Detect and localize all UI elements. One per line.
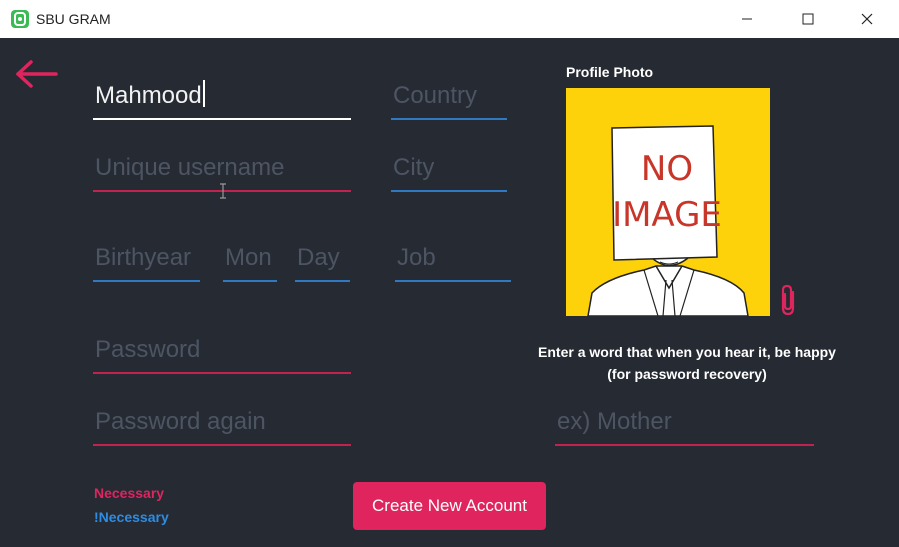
day-underline — [295, 280, 350, 282]
recovery-word-input[interactable]: ex) Mother — [557, 408, 672, 436]
recovery-hint-line1: Enter a word that when you hear it, be h… — [538, 344, 836, 360]
profile-photo-label: Profile Photo — [566, 64, 654, 80]
country-underline — [391, 118, 507, 120]
day-input[interactable]: Day — [297, 244, 340, 272]
profile-photo[interactable]: NO IMAGE — [566, 88, 770, 316]
recovery-word-underline — [555, 444, 814, 446]
birthyear-input[interactable]: Birthyear — [95, 244, 191, 272]
signup-form: Mahmood Unique username Birthyear Mon Da… — [0, 38, 899, 547]
month-underline — [223, 280, 277, 282]
maximize-button[interactable] — [785, 0, 831, 38]
arrow-left-icon — [16, 60, 58, 88]
legend-optional: !Necessary — [94, 509, 169, 525]
create-account-button[interactable]: Create New Account — [353, 482, 546, 530]
paperclip-icon — [781, 284, 795, 316]
country-input[interactable]: Country — [393, 82, 477, 110]
text-caret — [202, 80, 205, 107]
birthyear-field[interactable]: Birthyear — [93, 230, 200, 282]
password-underline — [93, 372, 351, 374]
month-field[interactable]: Mon — [223, 230, 277, 282]
app-icon — [11, 10, 29, 28]
job-input[interactable]: Job — [397, 244, 436, 272]
window-title: SBU GRAM — [36, 11, 111, 27]
legend-necessary: Necessary — [94, 485, 165, 501]
close-icon — [861, 13, 873, 25]
minimize-button[interactable] — [724, 0, 770, 38]
no-image-word1: NO — [641, 149, 693, 189]
attach-photo-button[interactable] — [778, 283, 800, 322]
recovery-hint: Enter a word that when you hear it, be h… — [510, 341, 864, 385]
recovery-hint-line2: (for password recovery) — [607, 366, 767, 382]
name-field[interactable]: Mahmood — [93, 68, 351, 120]
city-underline — [391, 190, 507, 192]
birthyear-underline — [93, 280, 200, 282]
no-image-word2: IMAGE — [612, 195, 722, 235]
app-window: SBU GRAM Mahmood Unique username Birthye… — [0, 0, 899, 547]
country-field[interactable]: Country — [391, 68, 507, 120]
password-again-underline — [93, 444, 351, 446]
back-button[interactable] — [14, 58, 58, 95]
name-input[interactable]: Mahmood — [95, 80, 205, 110]
city-input[interactable]: City — [393, 154, 434, 182]
no-image-illustration: NO IMAGE — [566, 88, 770, 316]
password-input[interactable]: Password — [95, 336, 200, 364]
text-cursor-icon — [218, 183, 228, 204]
close-button[interactable] — [844, 0, 890, 38]
city-field[interactable]: City — [391, 140, 507, 192]
job-underline — [395, 280, 511, 282]
recovery-word-field[interactable]: ex) Mother — [555, 394, 814, 446]
month-input[interactable]: Mon — [225, 244, 275, 272]
minimize-icon — [742, 18, 752, 20]
maximize-icon — [802, 13, 814, 25]
username-input[interactable]: Unique username — [95, 154, 284, 182]
password-again-field[interactable]: Password again — [93, 394, 351, 446]
password-field[interactable]: Password — [93, 322, 351, 374]
title-bar[interactable]: SBU GRAM — [0, 0, 899, 39]
password-again-input[interactable]: Password again — [95, 408, 266, 436]
name-underline — [93, 118, 351, 120]
day-field[interactable]: Day — [295, 230, 350, 282]
job-field[interactable]: Job — [395, 230, 511, 282]
